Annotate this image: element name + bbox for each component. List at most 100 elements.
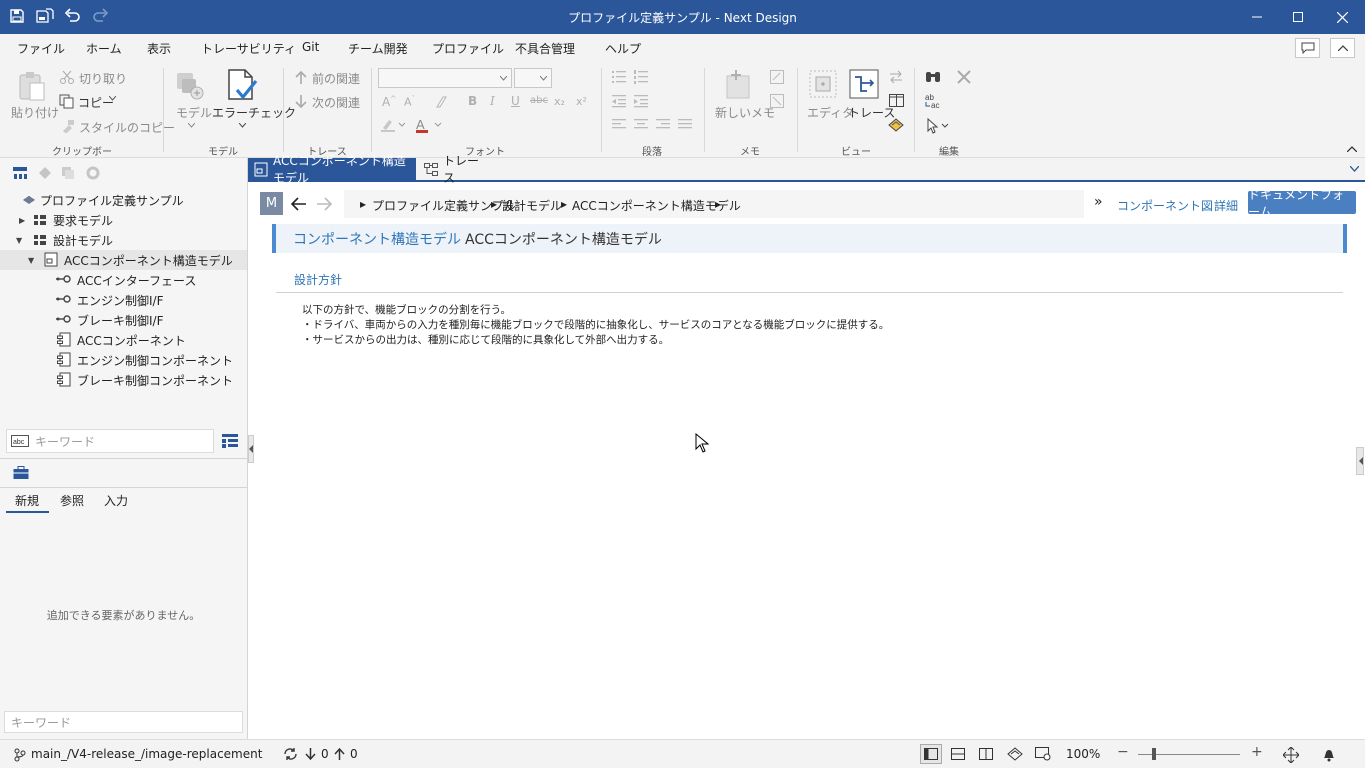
close-button[interactable] [1319,0,1365,34]
search-options-icon[interactable] [222,434,238,448]
fit-screen-icon[interactable] [1283,747,1299,763]
outdent-icon[interactable] [612,94,626,108]
tab-trace[interactable]: トレース [418,154,488,185]
tab-list-chevron-icon[interactable] [1350,166,1359,172]
zoom-slider[interactable] [1138,748,1240,760]
zoom-slider-thumb[interactable] [1152,748,1156,760]
cut-label[interactable]: 切り取り [79,70,127,87]
bullet-list-icon[interactable] [612,70,626,84]
format-painter-icon[interactable] [61,119,75,133]
swap-icon[interactable] [889,70,903,84]
tree-item-requirements[interactable]: 要求モデル [53,210,113,230]
new-memo-icon[interactable] [724,70,754,100]
chevron-down-icon[interactable] [188,123,195,128]
view-details[interactable]: 詳細 [1214,197,1238,214]
find-icon[interactable] [925,70,941,84]
arrow-up-icon[interactable] [294,70,308,85]
view-component-diagram[interactable]: コンポーネント図 [1117,197,1213,214]
model-icon[interactable] [174,70,206,102]
tree-item-brake-if[interactable]: ブレーキ制御I/F [77,310,164,330]
clear-format-icon[interactable] [434,95,448,109]
tab-acc-structure[interactable]: ACCコンポーネント構造モデル [248,154,416,185]
cut-icon[interactable] [60,70,74,84]
superscript-icon[interactable]: x² [576,95,587,108]
tree-item-acc-component[interactable]: ACCコンポーネント [77,330,186,350]
left-splitter-handle[interactable] [248,435,254,463]
theme-icon[interactable] [888,118,904,132]
tree-item-acc-structure[interactable]: ACCコンポーネント構造モデル [64,250,233,270]
sync-icon[interactable] [283,747,298,761]
filter-icon[interactable] [38,166,52,180]
align-center-icon[interactable] [634,119,648,131]
indent-icon[interactable] [634,94,648,108]
font-size-select[interactable] [514,68,552,88]
tree-item-design[interactable]: 設計モデル [53,230,113,250]
paste-label[interactable]: 貼り付け [11,104,59,121]
font-grow-icon[interactable]: A^ [382,95,396,109]
menu-traceability[interactable]: トレーサビリティ [201,40,296,57]
comment-icon[interactable] [1295,38,1320,58]
theme-toggle-icon[interactable] [1007,747,1023,761]
arrow-down-icon[interactable] [294,94,308,109]
layout-vertical-icon[interactable] [979,748,993,760]
strikethrough-icon[interactable]: abc [530,95,548,106]
menu-home[interactable]: ホーム [84,40,124,64]
notification-bell-icon[interactable] [1322,747,1336,762]
view-document-form[interactable]: ドキュメントフォーム [1248,188,1356,219]
error-check-icon[interactable] [226,68,258,104]
collapse-arrow-icon[interactable]: ▼ [28,256,34,265]
minimize-button[interactable] [1234,0,1280,34]
section-body[interactable]: 以下の方針で、機能ブロックの分割を行う。 ・ドライバ、車両からの入力を種別毎に機… [302,303,889,348]
memo-link-icon[interactable] [770,94,784,108]
palette-tab-reference[interactable]: 参照 [60,492,84,509]
prev-relation-label[interactable]: 前の関連 [312,70,360,87]
zoom-level[interactable]: 100% [1066,747,1100,761]
screen-settings-icon[interactable] [1035,747,1051,761]
highlight-icon[interactable] [381,118,405,132]
menu-view[interactable]: 表示 [147,40,171,57]
chevron-down-icon[interactable] [109,96,116,101]
tree-root[interactable]: プロファイル定義サンプル [40,190,184,210]
close-icon[interactable] [957,70,971,84]
font-color-icon[interactable]: A [416,117,442,133]
font-family-select[interactable] [378,68,512,88]
underline-icon[interactable]: U [511,94,520,108]
style-copy-label[interactable]: スタイルのコピー [79,119,175,136]
tree-search-input[interactable]: abc キーワード [6,429,214,453]
justify-icon[interactable] [678,119,692,131]
menu-team[interactable]: チーム開発 [348,40,408,57]
editor-icon[interactable] [809,70,839,100]
tree-item-acc-interface[interactable]: ACCインターフェース [77,270,196,290]
replace-icon[interactable]: ab ac [925,93,943,109]
align-right-icon[interactable] [656,119,670,131]
palette-tab-input[interactable]: 入力 [104,492,128,509]
palette-tab-new[interactable]: 新規 [15,492,39,509]
tree-item-brake-component[interactable]: ブレーキ制御コンポーネント [77,370,233,390]
collapse-ribbon-icon[interactable] [1330,38,1355,58]
tree-item-engine-component[interactable]: エンジン制御コンポーネント [77,350,233,370]
back-arrow-icon[interactable] [291,197,307,211]
expand-arrow-icon[interactable]: ▶ [19,216,25,225]
next-relation-label[interactable]: 次の関連 [312,94,360,111]
settings-icon[interactable] [86,166,100,180]
hierarchy-icon[interactable] [12,166,28,180]
maximize-button[interactable] [1275,0,1321,34]
copy-model-icon[interactable] [61,166,75,180]
branch-name[interactable]: main_/V4-release_/image-replacement [31,747,262,761]
chevron-up-icon[interactable] [1347,146,1357,152]
trace-icon[interactable] [849,69,879,99]
palette-search-input[interactable]: キーワード [4,711,243,733]
numbered-list-icon[interactable] [634,70,648,84]
right-splitter-handle[interactable] [1356,447,1364,475]
font-shrink-icon[interactable]: Aˇ [404,95,415,109]
layout-icon[interactable] [889,94,904,107]
breadcrumb-design[interactable]: 設計モデル [502,197,562,214]
menu-git[interactable]: Git [302,40,319,54]
menu-file[interactable]: ファイル [17,40,65,57]
bold-icon[interactable]: B [468,94,477,108]
menu-help[interactable]: ヘルプ [605,40,641,57]
overflow-button[interactable]: » [1094,194,1103,210]
italic-icon[interactable]: I [490,94,495,108]
model-label[interactable]: モデル [176,104,212,121]
chevron-down-icon[interactable] [239,123,246,128]
